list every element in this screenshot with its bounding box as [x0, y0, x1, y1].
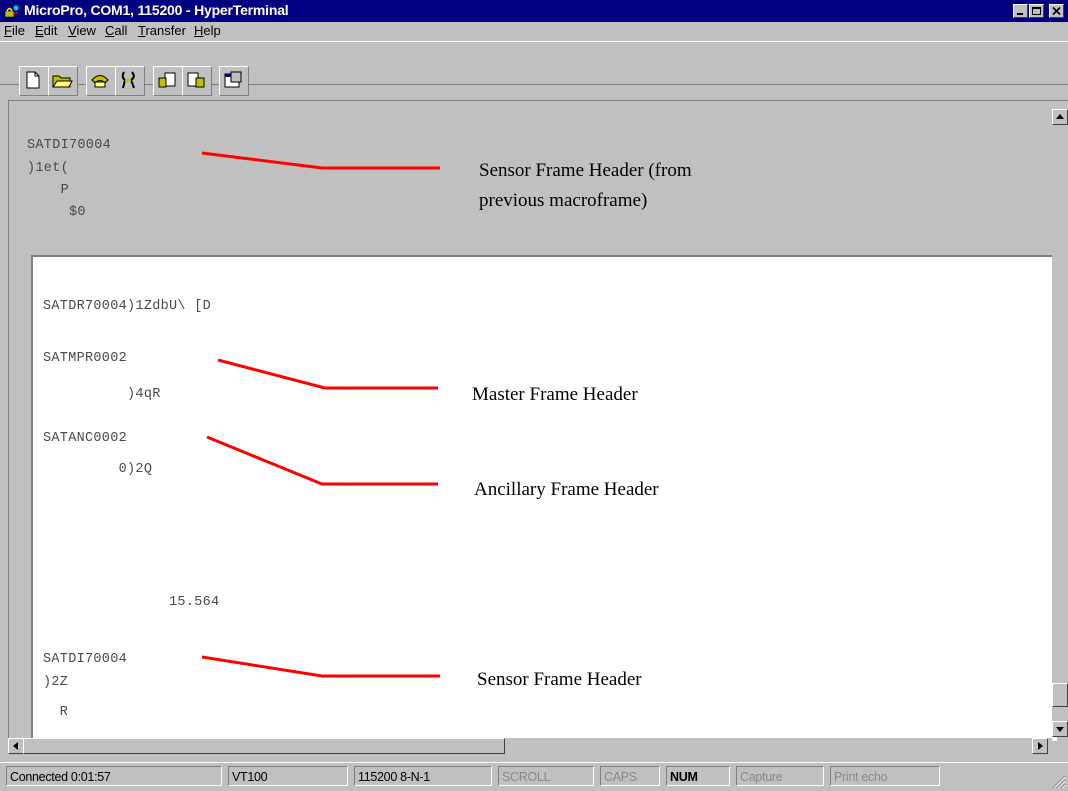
- status-settings: 115200 8-N-1: [354, 766, 492, 786]
- menu-file[interactable]: File: [4, 23, 25, 38]
- disconnect-button[interactable]: [115, 66, 145, 96]
- connect-phone-icon: [91, 75, 109, 88]
- terminal-line: SATDR70004)1ZdbU\ [D: [43, 299, 212, 314]
- scroll-down-button[interactable]: [1052, 721, 1068, 737]
- horizontal-scrollbar[interactable]: [8, 738, 1052, 754]
- close-icon: [1052, 6, 1061, 16]
- status-emulation: VT100: [228, 766, 348, 786]
- resize-grip-icon[interactable]: [1050, 773, 1066, 789]
- terminal-line: )4qR: [43, 387, 161, 402]
- arrow-right-icon: [1038, 742, 1043, 750]
- open-button[interactable]: [48, 66, 78, 96]
- annotation-sensor-previous-line1: Sensor Frame Header (from: [479, 160, 692, 181]
- minimize-button[interactable]: [1013, 4, 1028, 18]
- menu-edit[interactable]: Edit: [35, 23, 57, 38]
- receive-button[interactable]: [182, 66, 212, 96]
- status-connected: Connected 0:01:57: [6, 766, 222, 786]
- terminal-line: )1et(: [27, 161, 70, 176]
- menu-bar: File Edit View Call Transfer Help: [0, 22, 1068, 40]
- horizontal-scroll-thumb[interactable]: [23, 738, 505, 754]
- open-folder-icon: [52, 75, 73, 88]
- terminal-line: SATDI70004: [43, 652, 128, 667]
- new-document-icon: [26, 71, 40, 89]
- terminal-line: SATMPR0002: [43, 351, 128, 366]
- status-num: NUM: [666, 766, 730, 786]
- properties-icon: [224, 71, 242, 88]
- status-caps: CAPS: [600, 766, 660, 786]
- terminal-line: SATDI70004: [27, 138, 112, 153]
- send-button[interactable]: [153, 66, 183, 96]
- annotation-ancillary: Ancillary Frame Header: [474, 479, 659, 500]
- terminal-line: )2Z: [43, 675, 69, 690]
- scroll-left-button[interactable]: [8, 738, 24, 754]
- annotation-master: Master Frame Header: [472, 384, 638, 405]
- status-scroll: SCROLL: [498, 766, 594, 786]
- terminal-line: $0: [27, 205, 86, 220]
- menu-call[interactable]: Call: [105, 23, 127, 38]
- close-button[interactable]: [1049, 4, 1064, 18]
- annotation-sensor-previous-line2: previous macroframe): [479, 190, 648, 211]
- hyperterminal-window: MicroPro, COM1, 115200 - HyperTerminal F…: [0, 0, 1068, 791]
- menu-view[interactable]: View: [68, 23, 96, 38]
- minimize-icon: [1017, 13, 1023, 15]
- window-title: MicroPro, COM1, 115200 - HyperTerminal: [24, 2, 289, 18]
- status-capture: Capture: [736, 766, 824, 786]
- arrow-left-icon: [13, 742, 18, 750]
- receive-file-icon: [187, 72, 205, 88]
- status-bar: Connected 0:01:57 VT100 115200 8-N-1 SCR…: [0, 762, 1068, 791]
- arrow-up-icon: [1056, 114, 1064, 119]
- menu-help[interactable]: Help: [194, 23, 221, 38]
- new-button[interactable]: [19, 66, 49, 96]
- arrow-down-icon: [1056, 727, 1064, 732]
- send-file-icon: [158, 72, 176, 88]
- scroll-up-button[interactable]: [1052, 109, 1068, 125]
- status-print-echo: Print echo: [830, 766, 940, 786]
- scroll-right-button[interactable]: [1032, 738, 1048, 754]
- hyperterminal-phone-icon: [4, 4, 20, 18]
- vertical-scroll-thumb[interactable]: [1052, 683, 1068, 707]
- title-bar[interactable]: MicroPro, COM1, 115200 - HyperTerminal: [0, 0, 1068, 22]
- terminal-line: 0)2Q: [43, 462, 153, 477]
- terminal-line: R: [43, 705, 69, 720]
- disconnect-phone-icon: [121, 71, 135, 89]
- connect-button[interactable]: [86, 66, 116, 96]
- maximize-icon: [1032, 7, 1041, 15]
- maximize-button[interactable]: [1029, 4, 1044, 18]
- vertical-scrollbar[interactable]: [1052, 101, 1068, 737]
- menu-transfer[interactable]: Transfer: [138, 23, 186, 38]
- annotation-sensor: Sensor Frame Header: [477, 669, 642, 690]
- terminal-line: 15.564: [43, 595, 220, 610]
- terminal-line: P: [27, 183, 70, 198]
- terminal-line: SATANC0002: [43, 431, 128, 446]
- toolbar: [0, 41, 1068, 96]
- properties-button[interactable]: [219, 66, 249, 96]
